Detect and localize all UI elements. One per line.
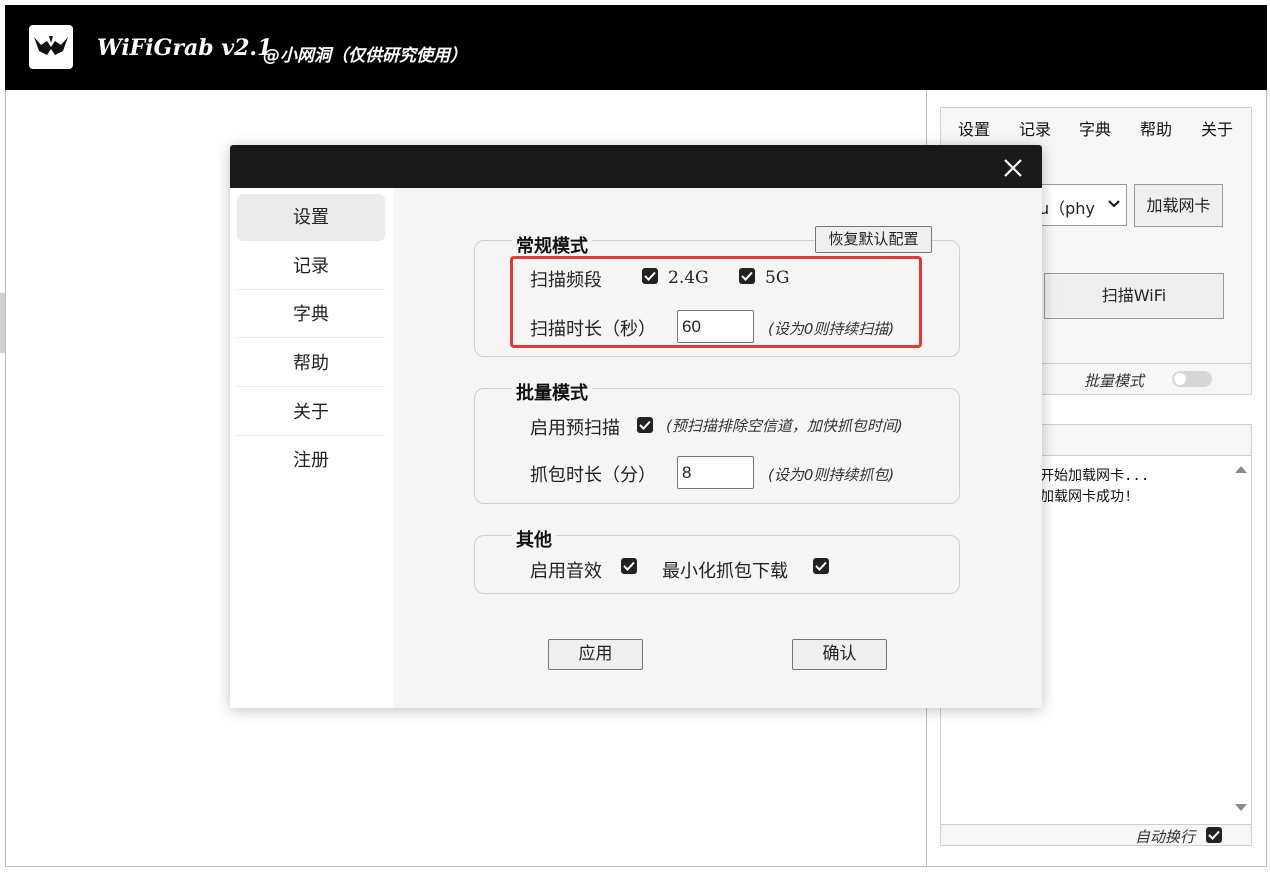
app-window: WiFiGrab v2.1 @小网洞（仅供研究使用） 设置 记录 字典 帮助 关… [0,0,1270,873]
close-icon[interactable] [1002,157,1024,179]
load-adapter-button[interactable]: 加载网卡 [1134,184,1223,227]
menu-item-dictionary[interactable]: 字典 [1079,116,1111,140]
apply-button[interactable]: 应用 [548,639,643,670]
prescan-hint: (预扫描排除空信道，加快抓包时间) [666,417,903,435]
scan-wifi-button[interactable]: 扫描WiFi [1044,273,1224,319]
scroll-down-icon[interactable] [1234,803,1248,813]
dialog-nav: 设置 记录 字典 帮助 关于 注册 [230,188,393,708]
confirm-button[interactable]: 确认 [792,639,887,670]
menu-item-about[interactable]: 关于 [1201,116,1233,140]
app-subtitle: @小网洞（仅供研究使用） [263,46,467,66]
batch-mode-toggle[interactable] [1172,371,1212,387]
check-icon [623,561,635,571]
app-logo-icon [29,25,73,69]
minimize-download-checkbox[interactable] [813,558,829,574]
scroll-up-icon[interactable] [1234,464,1248,474]
check-icon [639,420,651,430]
nav-item-records[interactable]: 记录 [237,243,385,290]
batch-mode-label: 批量模式 [1084,372,1145,390]
app-title: WiFiGrab v2.1 [97,35,273,61]
menu-item-records[interactable]: 记录 [1019,116,1051,140]
nav-item-dictionary[interactable]: 字典 [237,291,385,338]
log-line: 加载网卡成功! [1040,489,1133,505]
menu-item-settings[interactable]: 设置 [958,116,990,140]
prescan-checkbox[interactable] [637,417,653,433]
other-legend: 其他 [512,526,556,552]
normal-mode-legend: 常规模式 [512,232,592,258]
auto-wrap-label: 自动换行 [1135,828,1196,846]
prescan-label: 启用预扫描 [530,418,620,439]
sound-label: 启用音效 [530,561,602,582]
capture-duration-hint: (设为0则持续抓包) [768,466,895,484]
check-icon [815,561,827,571]
check-icon [1208,830,1220,840]
adapter-select-value: u（phy [1039,199,1095,218]
highlight-box [510,256,922,348]
dialog-header [230,145,1042,188]
chevron-down-icon [1108,200,1120,208]
minimize-download-label: 最小化抓包下载 [662,561,788,582]
adapter-select[interactable]: u（phy [1034,184,1127,226]
nav-item-settings[interactable]: 设置 [237,194,385,241]
nav-item-register[interactable]: 注册 [237,437,385,484]
sound-checkbox[interactable] [621,558,637,574]
batch-mode-legend: 批量模式 [512,379,592,405]
menu-item-help[interactable]: 帮助 [1140,116,1172,140]
title-bar: WiFiGrab v2.1 @小网洞（仅供研究使用） [5,5,1267,90]
capture-duration-input[interactable]: 8 [677,456,754,489]
reset-defaults-button[interactable]: 恢复默认配置 [815,226,932,253]
log-line: 开始加载网卡... [1040,468,1150,484]
toggle-knob [1174,373,1186,385]
auto-wrap-checkbox[interactable] [1206,827,1222,843]
nav-item-help[interactable]: 帮助 [237,340,385,387]
capture-duration-label: 抓包时长（分） [530,465,656,486]
nav-item-about[interactable]: 关于 [237,389,385,436]
